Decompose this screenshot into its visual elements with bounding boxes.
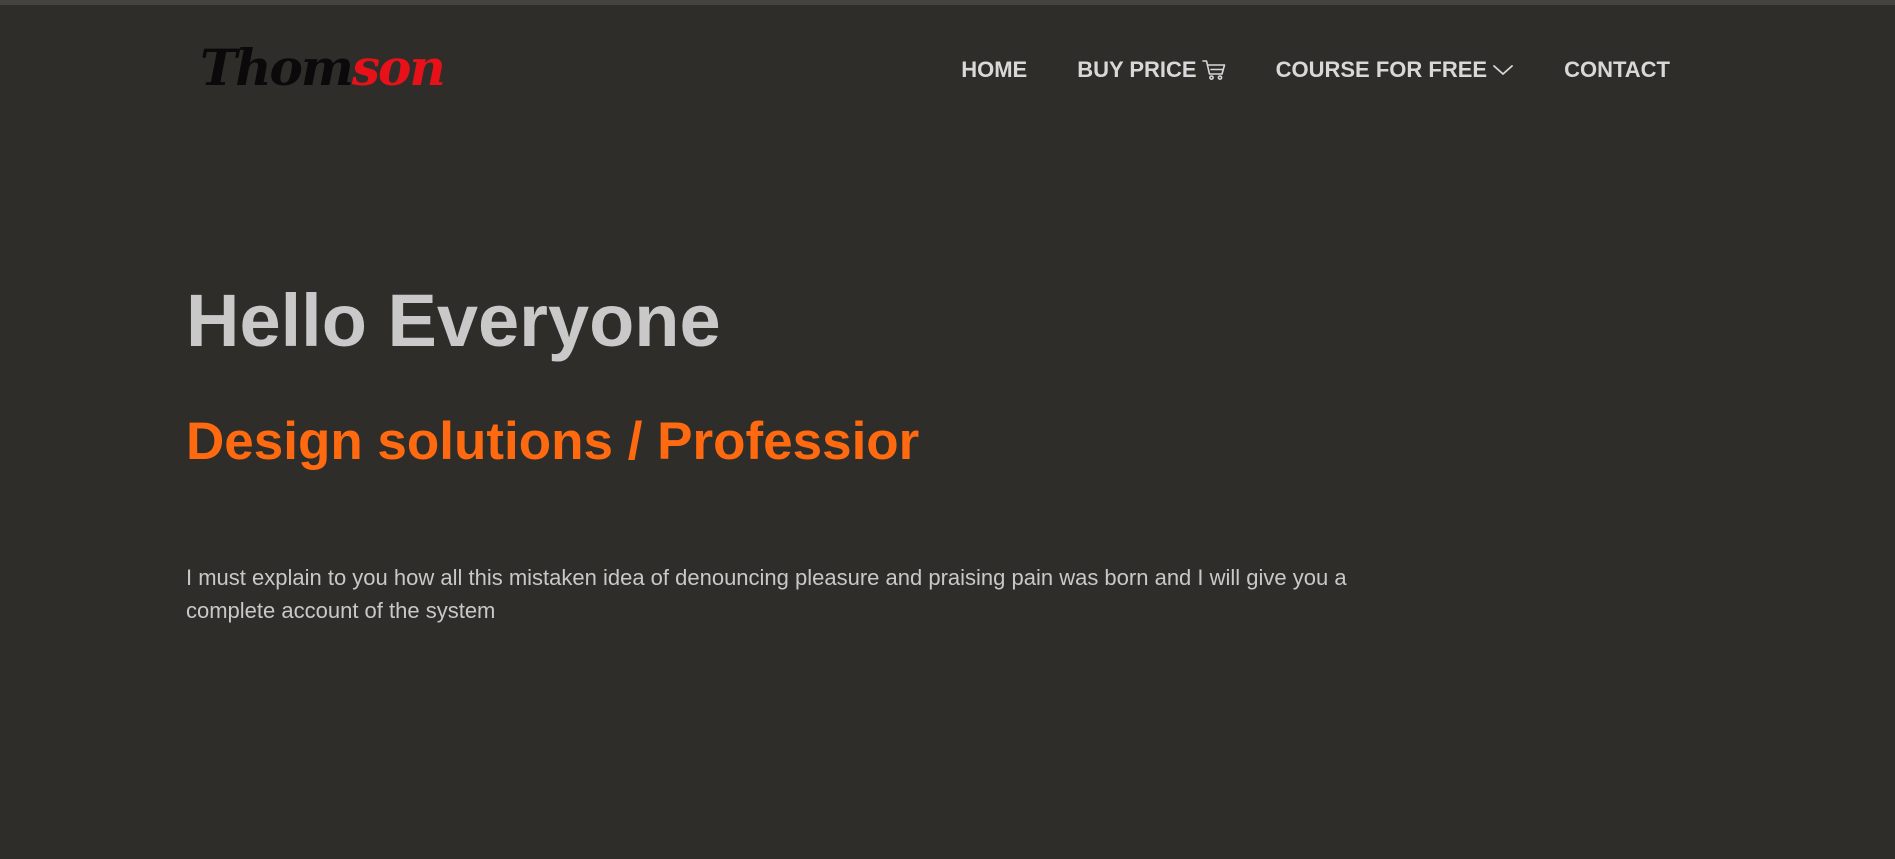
brand-logo[interactable]: Thom son bbox=[200, 30, 446, 106]
nav-item-course-for-free[interactable]: COURSE FOR FREE bbox=[1276, 52, 1514, 88]
nav-item-contact[interactable]: CONTACT bbox=[1564, 52, 1670, 88]
logo-text-primary: Thom bbox=[200, 38, 354, 97]
nav-item-home[interactable]: HOME bbox=[961, 52, 1027, 88]
hero-description: I must explain to you how all this mista… bbox=[186, 565, 1347, 623]
cart-icon bbox=[1201, 59, 1226, 81]
nav-home-label: HOME bbox=[961, 57, 1028, 82]
chevron-down-icon bbox=[1492, 63, 1514, 77]
hero-subtitle: Design solutions / Professior bbox=[186, 412, 920, 471]
nav-course-label: COURSE FOR FREE bbox=[1275, 57, 1488, 82]
nav-item-buy-price[interactable]: BUY PRICE bbox=[1077, 52, 1225, 88]
nav-buy-price-label: BUY PRICE bbox=[1077, 57, 1197, 82]
main-nav: HOME BUY PRICE COURSE FOR FREE CONTACT bbox=[961, 52, 1670, 88]
hero-title: Hello Everyone bbox=[186, 279, 721, 362]
logo-text-accent: son bbox=[351, 38, 446, 97]
top-border bbox=[0, 0, 1895, 5]
nav-contact-label: CONTACT bbox=[1564, 57, 1670, 82]
